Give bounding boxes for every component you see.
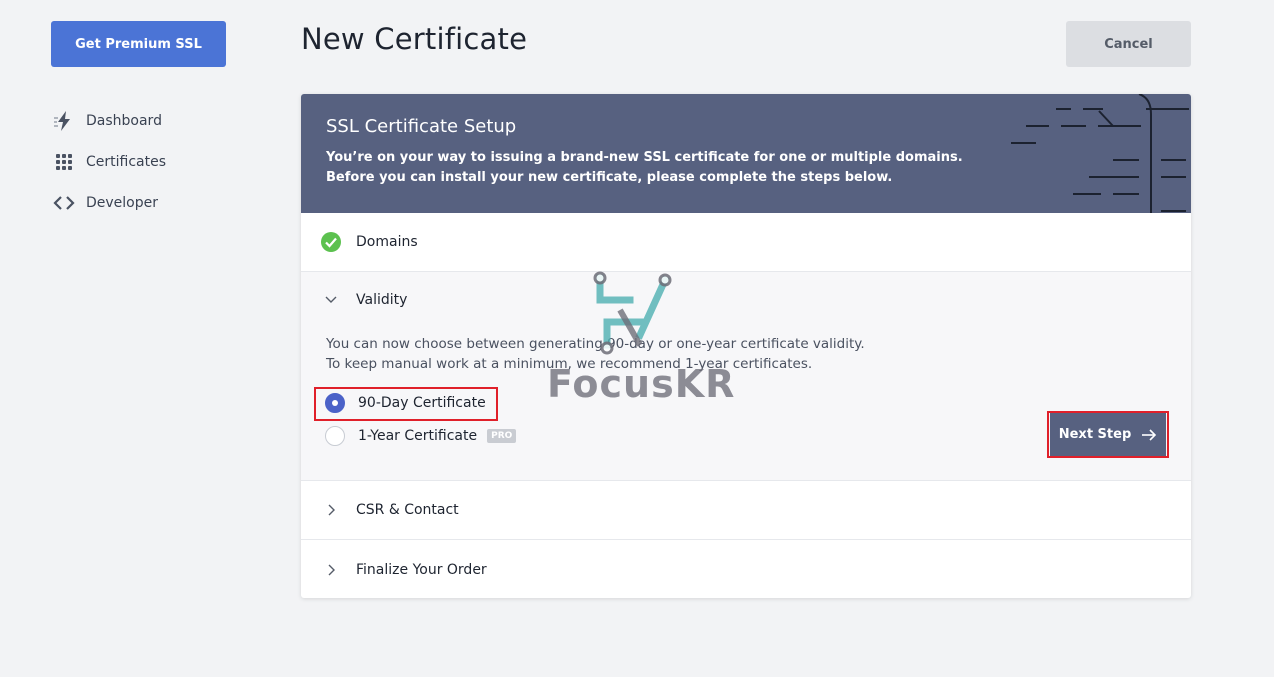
setup-banner: SSL Certificate Setup You’re on your way… <box>301 94 1191 213</box>
validity-desc-line1: You can now choose between generating 90… <box>326 336 865 352</box>
option-label: 1-Year Certificate <box>358 428 478 444</box>
sidebar-item-dashboard[interactable]: Dashboard <box>52 100 166 141</box>
sidebar-item-label: Developer <box>86 194 159 211</box>
chevron-down-icon <box>321 290 341 310</box>
step-finalize-order[interactable]: Finalize Your Order <box>301 540 1191 598</box>
sidebar-item-label: Dashboard <box>86 112 162 129</box>
pro-badge: PRO <box>487 429 517 443</box>
cancel-button[interactable]: Cancel <box>1066 21 1191 67</box>
sidebar-item-label: Certificates <box>86 153 167 170</box>
highlight-box-90-day <box>314 387 498 421</box>
sidebar-item-developer[interactable]: Developer <box>52 182 166 223</box>
option-1-year[interactable]: 1-Year Certificate PRO <box>325 426 517 446</box>
validity-description: You can now choose between generating 90… <box>326 334 865 374</box>
grid-dots-icon <box>52 150 76 174</box>
check-circle-icon <box>321 232 341 252</box>
chevron-right-icon <box>321 500 341 520</box>
sidebar-item-certificates[interactable]: Certificates <box>52 141 166 182</box>
get-premium-ssl-button[interactable]: Get Premium SSL <box>51 21 226 67</box>
highlight-box-next-step <box>1047 411 1169 458</box>
validity-desc-line2: To keep manual work at a minimum, we rec… <box>326 356 813 372</box>
step-label: Validity <box>356 292 408 308</box>
step-label: CSR & Contact <box>356 502 459 518</box>
step-csr-contact[interactable]: CSR & Contact <box>301 481 1191 540</box>
step-label: Finalize Your Order <box>356 561 487 578</box>
radio-1-year[interactable] <box>325 426 345 446</box>
step-label: Domains <box>356 234 418 250</box>
page-title: New Certificate <box>301 22 528 56</box>
chevron-right-icon <box>321 560 341 580</box>
code-brackets-icon <box>52 191 76 215</box>
certificate-setup-card: SSL Certificate Setup You’re on your way… <box>301 94 1191 598</box>
step-validity-header[interactable]: Validity <box>301 272 1191 328</box>
decorative-lines-icon <box>1011 94 1189 213</box>
lightning-icon <box>52 109 76 133</box>
sidebar-nav: Dashboard Certificates Developer <box>52 100 166 223</box>
step-domains[interactable]: Domains <box>301 213 1191 272</box>
